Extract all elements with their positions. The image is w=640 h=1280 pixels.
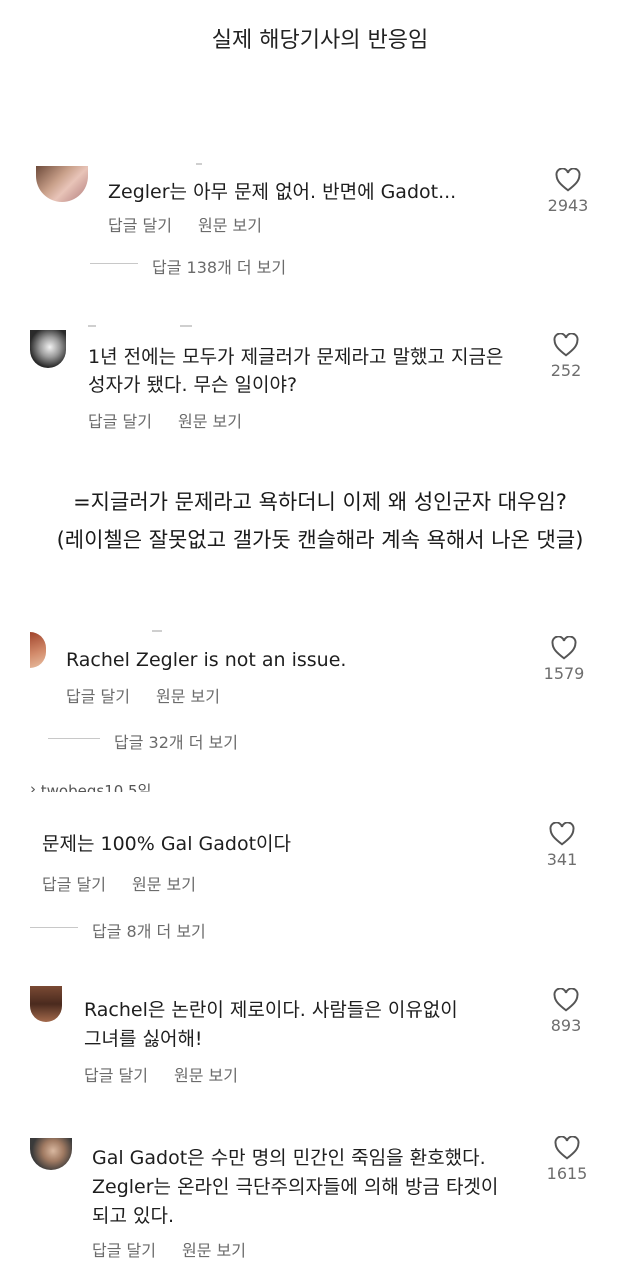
view-original-button[interactable]: 원문 보기	[156, 687, 220, 706]
like-control[interactable]: 252	[536, 333, 596, 380]
username-crop	[180, 325, 192, 327]
like-count: 2943	[547, 196, 589, 215]
comment-text: Zegler는 온라인 극단주의자들에 의해 방금 타겟이	[92, 1176, 499, 1198]
view-more-replies[interactable]: 답글 32개 더 보기	[114, 729, 238, 753]
avatar[interactable]	[30, 632, 46, 668]
comment-text: Gal Gadot은 수만 명의 민간인 죽임을 환호했다.	[92, 1147, 486, 1169]
avatar[interactable]	[30, 1138, 72, 1170]
view-more-replies[interactable]: 답글 8개 더 보기	[92, 918, 206, 942]
like-count: 341	[546, 850, 578, 869]
comment-text: 문제는 100% Gal Gadot이다	[42, 833, 291, 855]
reply-button[interactable]: 답글 달기	[92, 1241, 156, 1260]
like-control[interactable]: 2943	[538, 168, 598, 215]
reply-button[interactable]: 답글 달기	[108, 216, 172, 235]
heart-outline-icon[interactable]	[549, 822, 575, 846]
heart-outline-icon[interactable]	[554, 1136, 580, 1160]
comment-text: 성자가 됐다. 무슨 일이야?	[88, 374, 298, 396]
comment-actions: 답글 달기 원문 보기	[66, 683, 246, 707]
caption-line: =지글러가 문제라고 욕하더니 이제 왜 성인군자 대우임?	[73, 490, 567, 514]
like-control[interactable]: 1579	[534, 636, 594, 683]
username-crop	[152, 630, 162, 632]
comment-actions: 답글 달기 원문 보기	[84, 1062, 264, 1086]
heart-outline-icon[interactable]	[551, 636, 577, 660]
page-title: 실제 해당기사의 반응임	[211, 28, 429, 53]
avatar[interactable]	[30, 986, 62, 1022]
like-control[interactable]: 893	[536, 988, 596, 1035]
like-control[interactable]: 1615	[537, 1136, 597, 1183]
like-count: 252	[550, 361, 582, 380]
comment-actions: 답글 달기 원문 보기	[42, 871, 222, 895]
avatar[interactable]	[36, 166, 88, 202]
like-count: 1579	[543, 664, 585, 683]
like-control[interactable]: 341	[532, 822, 592, 869]
view-original-button[interactable]: 원문 보기	[198, 216, 262, 235]
comment-text: Rachel은 논란이 제로이다. 사람들은 이유없이	[84, 999, 458, 1021]
divider	[90, 263, 138, 264]
reply-button[interactable]: 답글 달기	[42, 875, 106, 894]
view-original-button[interactable]: 원문 보기	[178, 412, 242, 431]
comment-text: 되고 있다.	[92, 1205, 174, 1227]
view-original-button[interactable]: 원문 보기	[174, 1066, 238, 1085]
heart-outline-icon[interactable]	[555, 168, 581, 192]
avatar[interactable]	[30, 330, 66, 368]
comment-text: Zegler는 아무 문제 없어. 반면에 Gadot...	[108, 181, 457, 203]
heart-outline-icon[interactable]	[553, 333, 579, 357]
caption-line: (레이첼은 잘못없고 갤가돗 캔슬해라 계속 욕해서 나온 댓글)	[56, 528, 584, 552]
reply-button[interactable]: 답글 달기	[84, 1066, 148, 1085]
comment-actions: 답글 달기 원문 보기	[88, 408, 268, 432]
comment-text: Rachel Zegler is not an issue.	[66, 649, 347, 671]
view-more-replies[interactable]: 답글 138개 더 보기	[152, 254, 286, 278]
divider	[30, 927, 78, 928]
comment-actions: 답글 달기 원문 보기	[108, 212, 288, 236]
username-crop	[196, 163, 202, 165]
view-original-button[interactable]: 원문 보기	[132, 875, 196, 894]
heart-outline-icon[interactable]	[553, 988, 579, 1012]
reply-button[interactable]: 답글 달기	[88, 412, 152, 431]
comment-text: 그녀를 싫어해!	[84, 1028, 203, 1050]
username-crop	[88, 325, 96, 327]
cropped-username: › twobegs10 5일	[30, 782, 152, 792]
like-count: 1615	[546, 1164, 588, 1183]
reply-button[interactable]: 답글 달기	[66, 687, 130, 706]
divider	[48, 738, 100, 739]
like-count: 893	[550, 1016, 582, 1035]
view-original-button[interactable]: 원문 보기	[182, 1241, 246, 1260]
comment-actions: 답글 달기 원문 보기	[92, 1237, 272, 1261]
